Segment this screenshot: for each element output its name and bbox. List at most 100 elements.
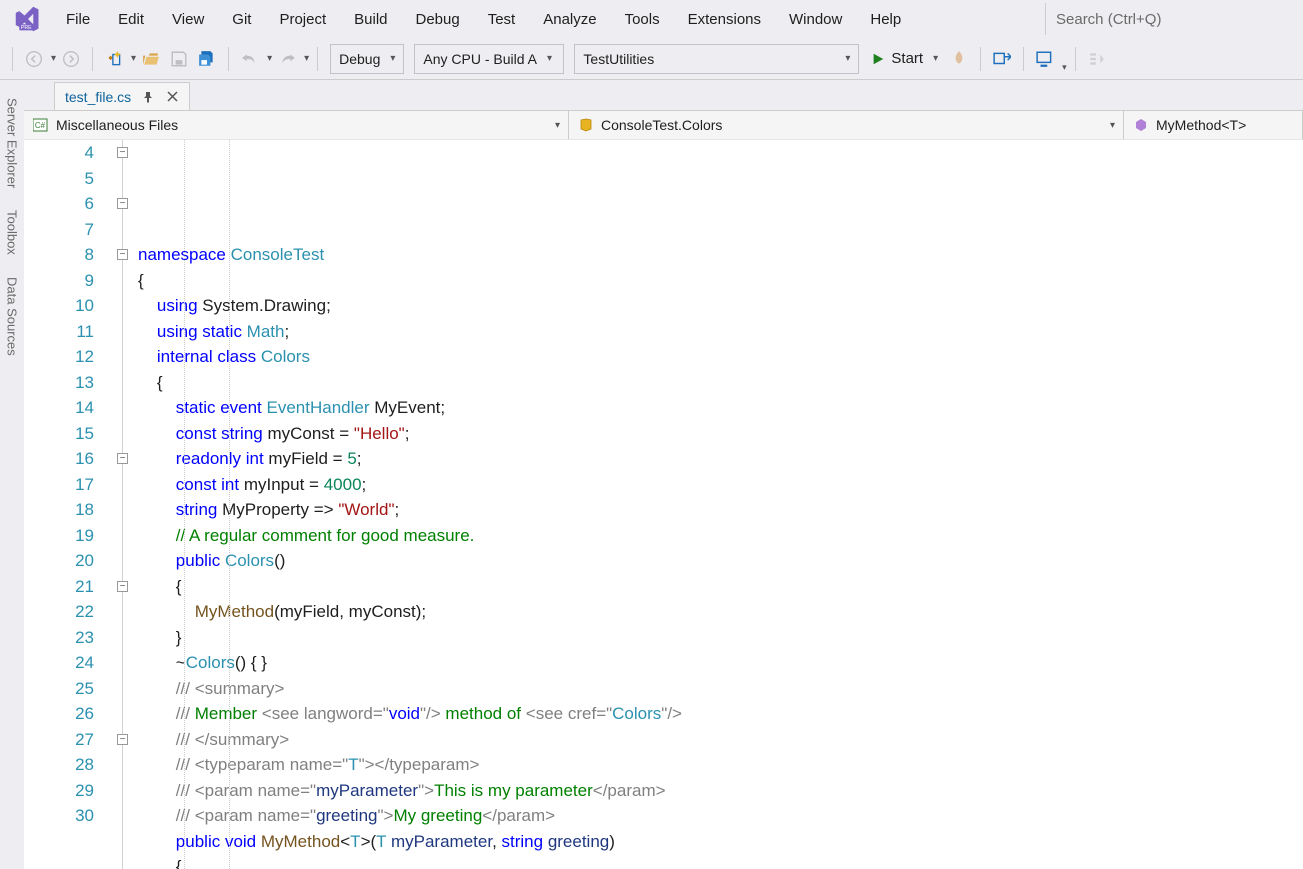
code-line[interactable]: MyMethod(myField, myConst); <box>138 599 1303 625</box>
line-number: 24 <box>24 650 94 676</box>
undo-dropdown[interactable]: ▾ <box>265 53 272 64</box>
nav-back-button[interactable] <box>21 46 47 72</box>
code-line[interactable]: const int myInput = 4000; <box>138 472 1303 498</box>
start-debug-button[interactable]: Start ▾ <box>865 45 944 73</box>
side-tab-data-sources[interactable]: Data Sources <box>3 273 22 360</box>
code-line[interactable]: { <box>138 854 1303 869</box>
line-number: 16 <box>24 446 94 472</box>
open-file-button[interactable] <box>138 46 164 72</box>
save-all-button[interactable] <box>194 46 220 72</box>
line-number: 30 <box>24 803 94 829</box>
line-number: 23 <box>24 625 94 651</box>
code-line[interactable]: /// Member <see langword="void"/> method… <box>138 701 1303 727</box>
code-line[interactable]: string MyProperty => "World"; <box>138 497 1303 523</box>
line-number: 9 <box>24 268 94 294</box>
side-tool-tabs: Server Explorer Toolbox Data Sources <box>0 80 24 869</box>
nav-member-label: MyMethod<T> <box>1156 117 1246 133</box>
search-box[interactable]: Search (Ctrl+Q) <box>1045 3 1295 35</box>
line-number: 22 <box>24 599 94 625</box>
fold-gutter: − − − − − − <box>114 140 132 869</box>
line-number: 10 <box>24 293 94 319</box>
hot-reload-button[interactable] <box>946 46 972 72</box>
live-share-button[interactable] <box>1032 46 1058 72</box>
menu-debug[interactable]: Debug <box>402 5 474 34</box>
nav-project-combo[interactable]: C# Miscellaneous Files ▾ <box>24 111 569 139</box>
menu-file[interactable]: File <box>52 5 104 34</box>
start-label: Start <box>891 50 923 67</box>
code-line[interactable]: /// <summary> <box>138 676 1303 702</box>
side-tab-server-explorer[interactable]: Server Explorer <box>3 94 22 192</box>
pin-icon[interactable] <box>141 90 155 104</box>
nav-back-dropdown[interactable]: ▾ <box>49 53 56 64</box>
code-line[interactable]: /// <typeparam name="T"></typeparam> <box>138 752 1303 778</box>
fold-toggle[interactable]: − <box>117 581 128 592</box>
fold-toggle[interactable]: − <box>117 198 128 209</box>
nav-class-combo[interactable]: ConsoleTest.Colors ▾ <box>569 111 1124 139</box>
line-number: 21 <box>24 574 94 600</box>
browse-button[interactable] <box>989 46 1015 72</box>
document-tab[interactable]: test_file.cs <box>54 82 190 110</box>
menu-window[interactable]: Window <box>775 5 856 34</box>
save-button[interactable] <box>166 46 192 72</box>
code-line[interactable]: using System.Drawing; <box>138 293 1303 319</box>
fold-toggle[interactable]: − <box>117 147 128 158</box>
solution-config-combo[interactable]: Debug ▾ <box>330 44 404 74</box>
code-line[interactable]: static event EventHandler MyEvent; <box>138 395 1303 421</box>
fold-toggle[interactable]: − <box>117 249 128 260</box>
code-line[interactable]: { <box>138 574 1303 600</box>
code-line[interactable]: public Colors() <box>138 548 1303 574</box>
code-line[interactable]: readonly int myField = 5; <box>138 446 1303 472</box>
line-number: 4 <box>24 140 94 166</box>
solution-platform-value: Any CPU - Build A <box>423 51 537 67</box>
line-number: 18 <box>24 497 94 523</box>
code-line[interactable]: public void MyMethod<T>(T myParameter, s… <box>138 829 1303 855</box>
code-line[interactable]: /// <param name="greeting">My greeting</… <box>138 803 1303 829</box>
menu-build[interactable]: Build <box>340 5 401 34</box>
code-line[interactable]: /// </summary> <box>138 727 1303 753</box>
menu-project[interactable]: Project <box>265 5 340 34</box>
menu-git[interactable]: Git <box>218 5 265 34</box>
nav-forward-button[interactable] <box>58 46 84 72</box>
code-line[interactable]: namespace ConsoleTest <box>138 242 1303 268</box>
close-icon[interactable] <box>165 90 179 104</box>
menu-test[interactable]: Test <box>474 5 530 34</box>
new-item-dropdown[interactable]: ▾ <box>129 53 136 64</box>
code-line[interactable]: } <box>138 625 1303 651</box>
undo-button[interactable] <box>237 46 263 72</box>
fold-toggle[interactable]: − <box>117 734 128 745</box>
code-line[interactable]: internal class Colors <box>138 344 1303 370</box>
code-line[interactable]: ~Colors() { } <box>138 650 1303 676</box>
line-number: 7 <box>24 217 94 243</box>
side-tab-toolbox[interactable]: Toolbox <box>3 206 22 259</box>
code-line[interactable]: { <box>138 370 1303 396</box>
overflow-button[interactable] <box>1084 46 1110 72</box>
menu-view[interactable]: View <box>158 5 218 34</box>
menu-help[interactable]: Help <box>856 5 915 34</box>
code-text[interactable]: namespace ConsoleTest{ using System.Draw… <box>138 140 1303 869</box>
code-line[interactable]: const string myConst = "Hello"; <box>138 421 1303 447</box>
code-editor[interactable]: 4567891011121314151617181920212223242526… <box>24 140 1303 869</box>
startup-project-combo[interactable]: TestUtilities ▾ <box>574 44 859 74</box>
code-line[interactable]: /// <param name="myParameter">This is my… <box>138 778 1303 804</box>
line-number: 27 <box>24 727 94 753</box>
document-tabs: test_file.cs <box>24 80 1303 110</box>
new-item-button[interactable] <box>101 46 127 72</box>
redo-button[interactable] <box>274 46 300 72</box>
menu-tools[interactable]: Tools <box>611 5 674 34</box>
nav-member-combo[interactable]: MyMethod<T> <box>1124 111 1303 139</box>
line-number: 15 <box>24 421 94 447</box>
menu-edit[interactable]: Edit <box>104 5 158 34</box>
editor-area: test_file.cs C# Miscellaneous Files ▾ Co… <box>24 80 1303 869</box>
line-number: 5 <box>24 166 94 192</box>
code-line[interactable]: using static Math; <box>138 319 1303 345</box>
live-share-dropdown[interactable]: ▾ <box>1060 62 1067 73</box>
code-line[interactable]: // A regular comment for good measure. <box>138 523 1303 549</box>
vs-logo-icon[interactable]: PRE <box>14 5 42 33</box>
fold-toggle[interactable]: − <box>117 453 128 464</box>
solution-platform-combo[interactable]: Any CPU - Build A ▾ <box>414 44 564 74</box>
redo-dropdown[interactable]: ▾ <box>302 53 309 64</box>
line-number: 17 <box>24 472 94 498</box>
menu-analyze[interactable]: Analyze <box>529 5 610 34</box>
menu-extensions[interactable]: Extensions <box>674 5 775 34</box>
code-line[interactable]: { <box>138 268 1303 294</box>
